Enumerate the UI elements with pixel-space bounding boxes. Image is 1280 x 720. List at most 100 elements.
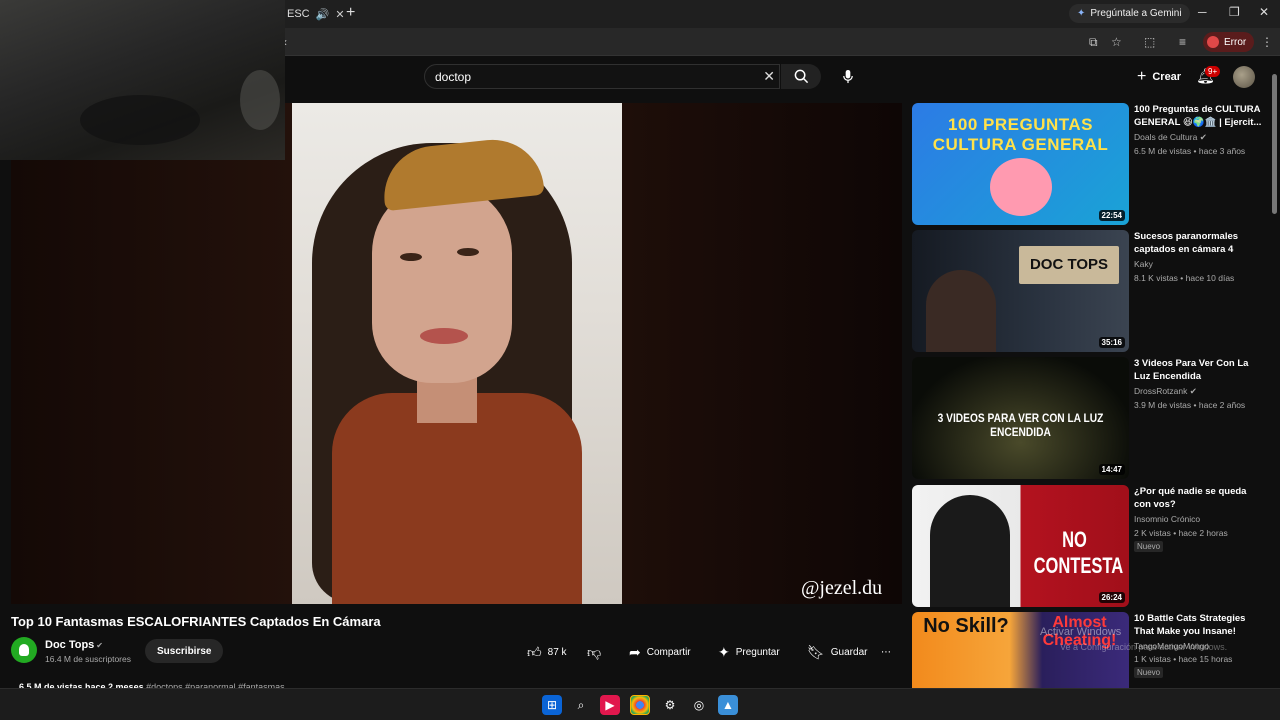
notifications-badge: 9+ bbox=[1205, 66, 1221, 77]
windows-taskbar: ⊞ ⌕ ▶ ⚙ ◎ ▲ bbox=[0, 688, 1280, 720]
player-background-left bbox=[11, 103, 292, 604]
video-player[interactable]: @jezel.du bbox=[11, 103, 902, 604]
new-tab-button[interactable]: + bbox=[346, 4, 355, 22]
new-badge: Nuevo bbox=[1134, 667, 1164, 678]
video-thumbnail[interactable]: DOC TOPS 35:16 bbox=[912, 230, 1129, 352]
thumbs-up-icon: 👍︎ bbox=[527, 643, 542, 660]
profile-icon bbox=[1207, 36, 1219, 48]
close-window-icon[interactable]: ✕ bbox=[1259, 5, 1269, 19]
activate-windows-subtitle: Ve a Configuración para activar Windows. bbox=[1060, 642, 1228, 652]
microphone-icon bbox=[843, 69, 853, 83]
recommendation-stats: 8.1 K vistas • hace 10 días bbox=[1134, 273, 1235, 283]
search-query: doctop bbox=[435, 69, 472, 84]
player-background-right bbox=[622, 103, 902, 604]
webcam-lamp bbox=[240, 70, 280, 130]
video-thumbnail[interactable]: 100 PREGUNTAS CULTURA GENERAL 22:54 bbox=[912, 103, 1129, 225]
thumbnail-caption: NO CONTESTA bbox=[1033, 527, 1124, 578]
recommendation-channel[interactable]: Kaky bbox=[1134, 259, 1153, 269]
create-label: Crear bbox=[1152, 71, 1182, 83]
search-button[interactable] bbox=[781, 64, 821, 89]
save-button[interactable]: 🔖︎ Guardar bbox=[807, 640, 867, 664]
more-actions-button[interactable]: ⋯ bbox=[881, 640, 891, 664]
brain-illustration bbox=[990, 158, 1052, 216]
video-frame bbox=[292, 103, 622, 604]
browser-menu-icon[interactable]: ⋮ bbox=[1261, 35, 1273, 49]
like-count: 87 k bbox=[547, 646, 567, 658]
sparkle-icon: ✦ bbox=[718, 643, 730, 660]
scrollbar-thumb[interactable] bbox=[1272, 74, 1277, 214]
video-duration: 35:16 bbox=[1098, 337, 1125, 348]
channel-name-text: Doc Tops bbox=[45, 639, 95, 651]
recommendation-channel[interactable]: Insomnio Crónico bbox=[1134, 514, 1200, 524]
tab-close-icon[interactable]: ✕ bbox=[335, 8, 344, 21]
like-button[interactable]: 👍︎ 87 k bbox=[527, 640, 567, 664]
windows-start-icon[interactable]: ⊞ bbox=[542, 695, 562, 715]
cast-icon[interactable]: ⧉ bbox=[1089, 35, 1098, 50]
speaker-icon[interactable]: 🔊 bbox=[316, 8, 330, 21]
save-label: Guardar bbox=[830, 646, 868, 658]
clear-search-icon[interactable]: ✕ bbox=[763, 68, 775, 85]
profile-error-button[interactable]: Error bbox=[1203, 32, 1255, 52]
profile-error-label: Error bbox=[1224, 36, 1247, 48]
chrome-icon[interactable] bbox=[630, 695, 650, 715]
ask-gemini-button[interactable]: ✦ Pregúntale a Gemini bbox=[1069, 4, 1190, 23]
voice-search-button[interactable] bbox=[836, 64, 860, 88]
video-watermark: @jezel.du bbox=[801, 577, 883, 599]
person-illustration bbox=[930, 495, 1010, 607]
recommendation-stats: 2 K vistas • hace 2 horas bbox=[1134, 528, 1228, 538]
dislike-button[interactable]: 👎︎ bbox=[587, 640, 601, 664]
photos-icon[interactable]: ▲ bbox=[718, 695, 738, 715]
subscribe-button[interactable]: Suscribirse bbox=[145, 639, 224, 663]
recommendation-title[interactable]: 10 Battle Cats Strategies That Make you … bbox=[1134, 612, 1264, 638]
video-title: Top 10 Fantasmas ESCALOFRIANTES Captados… bbox=[11, 614, 381, 629]
user-avatar[interactable] bbox=[1233, 66, 1255, 88]
share-arrow-icon: ➦ bbox=[629, 643, 641, 660]
recommendation-item[interactable]: 100 PREGUNTAS CULTURA GENERAL 22:54 100 … bbox=[912, 103, 1272, 225]
person-eye-right bbox=[457, 248, 479, 256]
channel-avatar[interactable] bbox=[11, 637, 37, 663]
restore-icon[interactable]: ❐ bbox=[1229, 5, 1240, 19]
channel-name[interactable]: Doc Tops ✔ bbox=[45, 639, 103, 651]
app-icon[interactable]: ▶ bbox=[600, 695, 620, 715]
recommendation-title[interactable]: 3 Videos Para Ver Con La Luz Encendida bbox=[1134, 357, 1264, 383]
webcam-overlay bbox=[0, 0, 285, 160]
github-icon[interactable]: ◎ bbox=[689, 695, 709, 715]
tab-title: ESC bbox=[287, 8, 310, 20]
person-face bbox=[372, 183, 512, 383]
new-badge: Nuevo bbox=[1134, 541, 1164, 552]
extensions-icon[interactable]: ⬚ bbox=[1144, 35, 1155, 49]
recommendation-channel[interactable]: Doals de Cultura ✔ bbox=[1134, 132, 1207, 143]
activate-windows-title: Activar Windows bbox=[1040, 626, 1122, 638]
recommendation-item[interactable]: DOC TOPS 35:16 Sucesos paranormales capt… bbox=[912, 230, 1272, 352]
recommendation-stats: 6.5 M de vistas • hace 3 años bbox=[1134, 146, 1246, 156]
video-duration: 22:54 bbox=[1098, 210, 1125, 221]
media-controls-icon[interactable]: ≡ bbox=[1179, 35, 1186, 49]
video-thumbnail[interactable]: 3 VIDEOS PARA VER CON LA LUZ ENCENDIDA 1… bbox=[912, 357, 1129, 479]
recommendation-stats: 1 K vistas • hace 15 horas bbox=[1134, 654, 1233, 664]
gemini-icon: ✦ bbox=[1077, 8, 1086, 19]
search-icon[interactable]: ⌕ bbox=[571, 695, 591, 715]
video-thumbnail[interactable]: NO CONTESTA 26:24 bbox=[912, 485, 1129, 607]
recommendation-item[interactable]: NO CONTESTA 26:24 ¿Por qué nadie se qued… bbox=[912, 485, 1272, 607]
video-duration: 26:24 bbox=[1098, 592, 1125, 603]
recommendation-title[interactable]: Sucesos paranormales captados en cámara … bbox=[1134, 230, 1264, 256]
recommendation-title[interactable]: ¿Por qué nadie se queda con vos? bbox=[1134, 485, 1264, 511]
bookmark-star-icon[interactable]: ☆ bbox=[1111, 35, 1122, 49]
recommendation-title[interactable]: 100 Preguntas de CULTURA GENERAL 😆🌍🏛️ | … bbox=[1134, 103, 1264, 129]
recommendation-item[interactable]: 3 VIDEOS PARA VER CON LA LUZ ENCENDIDA 1… bbox=[912, 357, 1272, 479]
verified-icon: ✔ bbox=[1189, 386, 1197, 396]
search-input[interactable]: doctop ✕ bbox=[424, 64, 780, 89]
thumbnail-caption: 100 PREGUNTAS CULTURA GENERAL bbox=[932, 115, 1109, 154]
recommendation-channel[interactable]: DrossRotzank ✔ bbox=[1134, 386, 1197, 397]
thumbnail-caption: DOC TOPS bbox=[1029, 256, 1109, 273]
bookmark-icon: 🔖︎ bbox=[807, 643, 825, 660]
ask-button[interactable]: ✦ Preguntar bbox=[718, 640, 780, 664]
minimize-icon[interactable]: ─ bbox=[1198, 5, 1207, 19]
share-button[interactable]: ➦ Compartir bbox=[629, 640, 691, 664]
share-label: Compartir bbox=[646, 646, 691, 658]
subscriber-count: 16.4 M de suscriptores bbox=[45, 654, 131, 664]
settings-gear-icon[interactable]: ⚙ bbox=[660, 695, 680, 715]
create-button[interactable]: + Crear bbox=[1127, 65, 1191, 89]
thumbs-down-icon: 👎︎ bbox=[587, 643, 602, 660]
browser-tab[interactable]: ESC 🔊 ✕ bbox=[283, 2, 345, 26]
